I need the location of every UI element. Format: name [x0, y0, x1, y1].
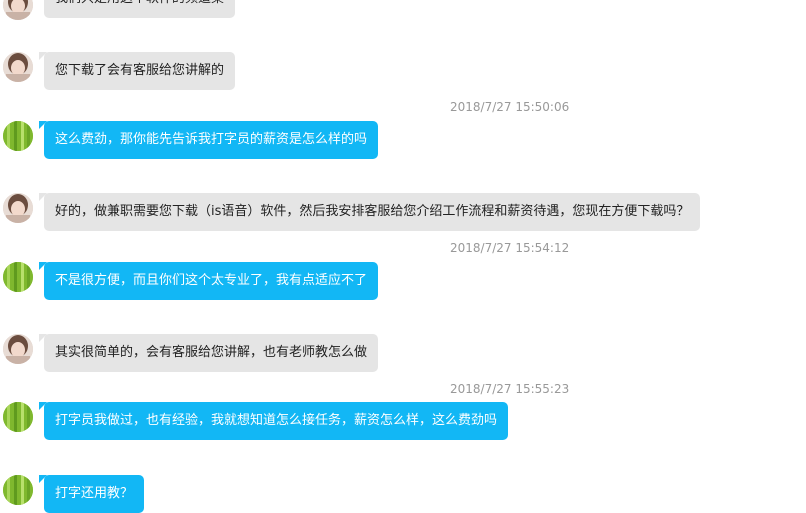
outgoing-message-bubble[interactable]: 打字员我做过，也有经验，我就想知道怎么接任务，薪资怎么样，这么费劲吗: [38, 402, 509, 440]
outgoing-message-bubble[interactable]: 不是很方便，而且你们这个太专业了，我有点适应不了: [38, 262, 379, 300]
avatar[interactable]: [3, 52, 33, 82]
avatar[interactable]: [3, 193, 33, 223]
message-timestamp: 2018/7/27 15:55:23: [450, 382, 570, 396]
avatar[interactable]: [3, 475, 33, 505]
avatar[interactable]: [3, 334, 33, 364]
outgoing-message-bubble[interactable]: 这么费劲，那你能先告诉我打字员的薪资是怎么样的吗: [38, 121, 379, 159]
avatar[interactable]: [3, 262, 33, 292]
message-timestamp: 2018/7/27 15:54:12: [450, 241, 570, 255]
avatar[interactable]: [3, 121, 33, 151]
incoming-message-bubble[interactable]: 其实很简单的，会有客服给您讲解，也有老师教怎么做: [38, 334, 379, 372]
avatar[interactable]: [3, 0, 33, 20]
message-timestamp: 2018/7/27 15:50:06: [450, 100, 570, 114]
outgoing-message-bubble[interactable]: 打字还用教？: [38, 475, 145, 513]
incoming-message-bubble[interactable]: 我们只是用这个软件的频道桌: [44, 0, 236, 18]
incoming-message-bubble[interactable]: 您下载了会有客服给您讲解的: [38, 52, 236, 90]
incoming-message-bubble[interactable]: 好的，做兼职需要您下载（is语音）软件，然后我安排客服给您介绍工作流程和薪资待遇…: [38, 193, 701, 231]
avatar[interactable]: [3, 402, 33, 432]
